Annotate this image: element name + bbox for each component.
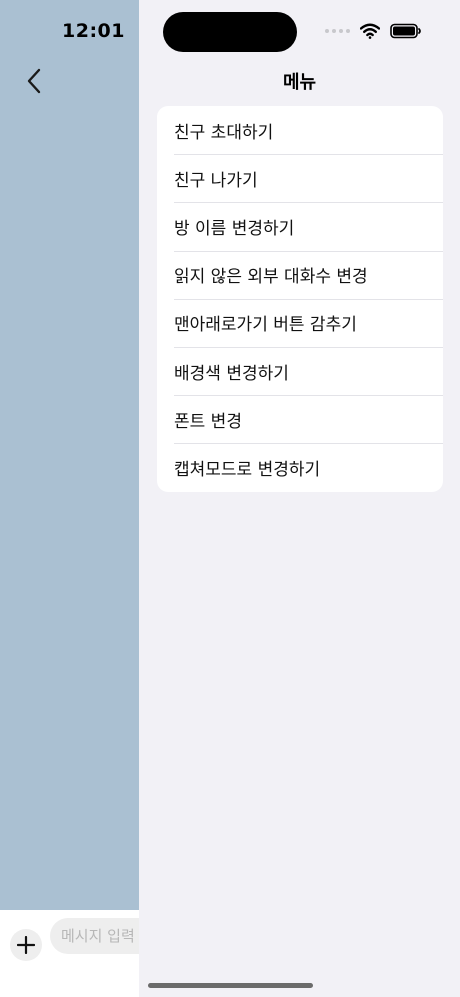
- wifi-icon: [360, 23, 380, 39]
- screen: 12:01 메시지 입력 메뉴 친구 초대하기 친구 나가기 방 이름 변경하기…: [0, 0, 460, 997]
- menu-item-label: 배경색 변경하기: [174, 363, 289, 384]
- menu-item-capture-mode[interactable]: 캡쳐모드로 변경하기: [157, 443, 443, 491]
- home-indicator: [148, 983, 313, 988]
- menu-item-unread-count[interactable]: 읽지 않은 외부 대화수 변경: [157, 250, 443, 299]
- menu-item-rename-room[interactable]: 방 이름 변경하기: [157, 202, 443, 250]
- add-attachment-button[interactable]: [10, 929, 42, 961]
- menu-panel: 메뉴 친구 초대하기 친구 나가기 방 이름 변경하기 읽지 않은 외부 대화수…: [139, 0, 460, 997]
- menu-item-hide-scroll-button[interactable]: 맨아래로가기 버튼 감추기: [157, 298, 443, 347]
- menu-item-font[interactable]: 폰트 변경: [157, 395, 443, 443]
- menu-item-leave-friend[interactable]: 친구 나가기: [157, 154, 443, 202]
- status-time: 12:01: [62, 20, 125, 42]
- back-button[interactable]: [20, 64, 48, 98]
- menu-item-background-color[interactable]: 배경색 변경하기: [157, 346, 443, 395]
- menu-item-label: 폰트 변경: [174, 411, 242, 432]
- chat-input-bar: [0, 910, 170, 997]
- menu-item-label: 읽지 않은 외부 대화수 변경: [174, 267, 368, 288]
- menu-item-label: 친구 초대하기: [174, 122, 274, 143]
- chat-panel: 12:01: [0, 0, 170, 997]
- battery-icon: [390, 23, 421, 39]
- status-indicators: [325, 20, 422, 42]
- dynamic-island: [163, 12, 297, 52]
- menu-item-label: 친구 나가기: [174, 170, 258, 191]
- cellular-signal-icon: [325, 29, 350, 33]
- chevron-left-icon: [27, 68, 41, 94]
- menu-item-label: 맨아래로가기 버튼 감추기: [174, 315, 357, 336]
- menu-list: 친구 초대하기 친구 나가기 방 이름 변경하기 읽지 않은 외부 대화수 변경…: [157, 106, 443, 492]
- menu-title: 메뉴: [282, 72, 317, 93]
- menu-item-invite-friend[interactable]: 친구 초대하기: [157, 106, 443, 154]
- menu-item-label: 방 이름 변경하기: [174, 218, 295, 239]
- plus-icon: [17, 936, 35, 954]
- menu-item-label: 캡쳐모드로 변경하기: [174, 459, 321, 480]
